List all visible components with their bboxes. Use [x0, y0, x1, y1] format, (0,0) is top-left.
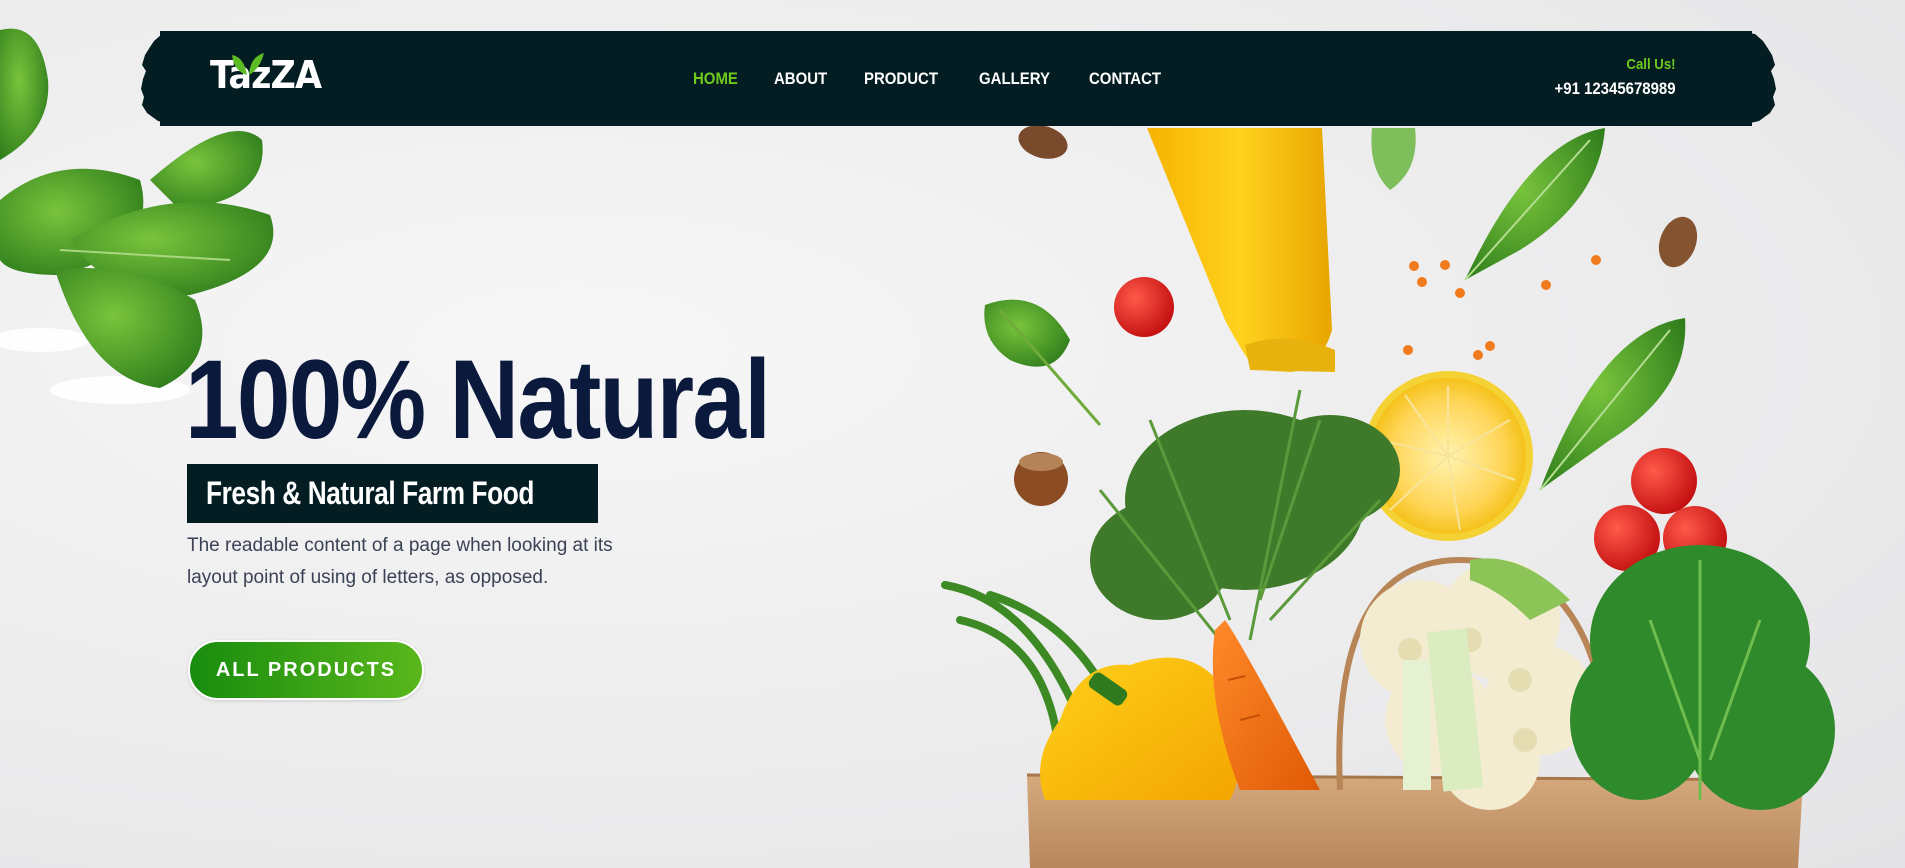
hero-description: The readable content of a page when look…	[187, 535, 613, 588]
nav-about[interactable]: ABOUT	[774, 69, 827, 89]
nav-home[interactable]: HOME	[693, 69, 738, 89]
all-products-button[interactable]: ALL PRODUCTS	[188, 640, 424, 700]
call-us-label: Call Us!	[1626, 56, 1676, 73]
leaf-icon	[232, 53, 264, 75]
hero-title: 100% Natural	[185, 337, 771, 462]
nav-gallery[interactable]: GALLERY	[979, 69, 1050, 89]
nav-product[interactable]: PRODUCT	[864, 69, 938, 89]
primary-menu: HOME ABOUT PRODUCT GALLERY CONTACT	[693, 31, 1201, 126]
hero-subtitle-badge: Fresh & Natural Farm Food	[187, 464, 598, 523]
call-us-block: Call Us! +91 12345678989	[1538, 56, 1676, 99]
nav-contact[interactable]: CONTACT	[1089, 69, 1161, 89]
main-navbar: TazZA HOME ABOUT PRODUCT GALLERY CONTACT…	[160, 31, 1752, 126]
phone-number[interactable]: +91 12345678989	[1555, 79, 1676, 99]
hero-subtitle: Fresh & Natural Farm Food	[206, 475, 534, 511]
